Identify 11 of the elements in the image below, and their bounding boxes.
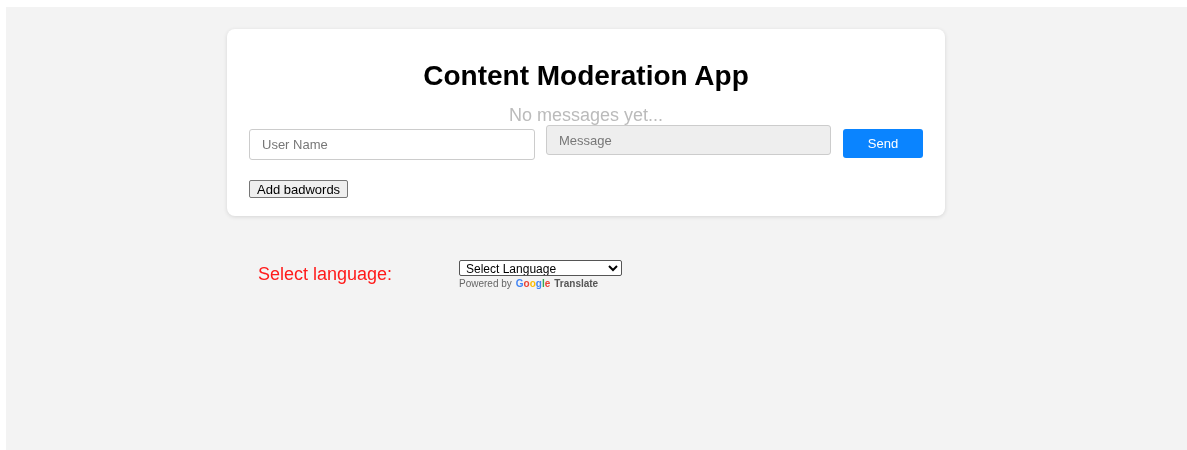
app-title: Content Moderation App: [422, 59, 750, 93]
message-field[interactable]: Message: [546, 125, 831, 155]
username-field[interactable]: User Name: [249, 129, 535, 160]
translate-text: Translate: [554, 278, 599, 289]
powered-by-text: Powered by: [459, 278, 512, 289]
language-select[interactable]: Select Language: [459, 260, 622, 276]
empty-message: No messages yet...: [507, 105, 665, 125]
language-label: Select language:: [258, 264, 394, 285]
add-badwords-button[interactable]: Add badwords: [249, 180, 349, 198]
google-logo-text: Google: [515, 278, 551, 289]
send-button[interactable]: Send: [843, 129, 923, 158]
